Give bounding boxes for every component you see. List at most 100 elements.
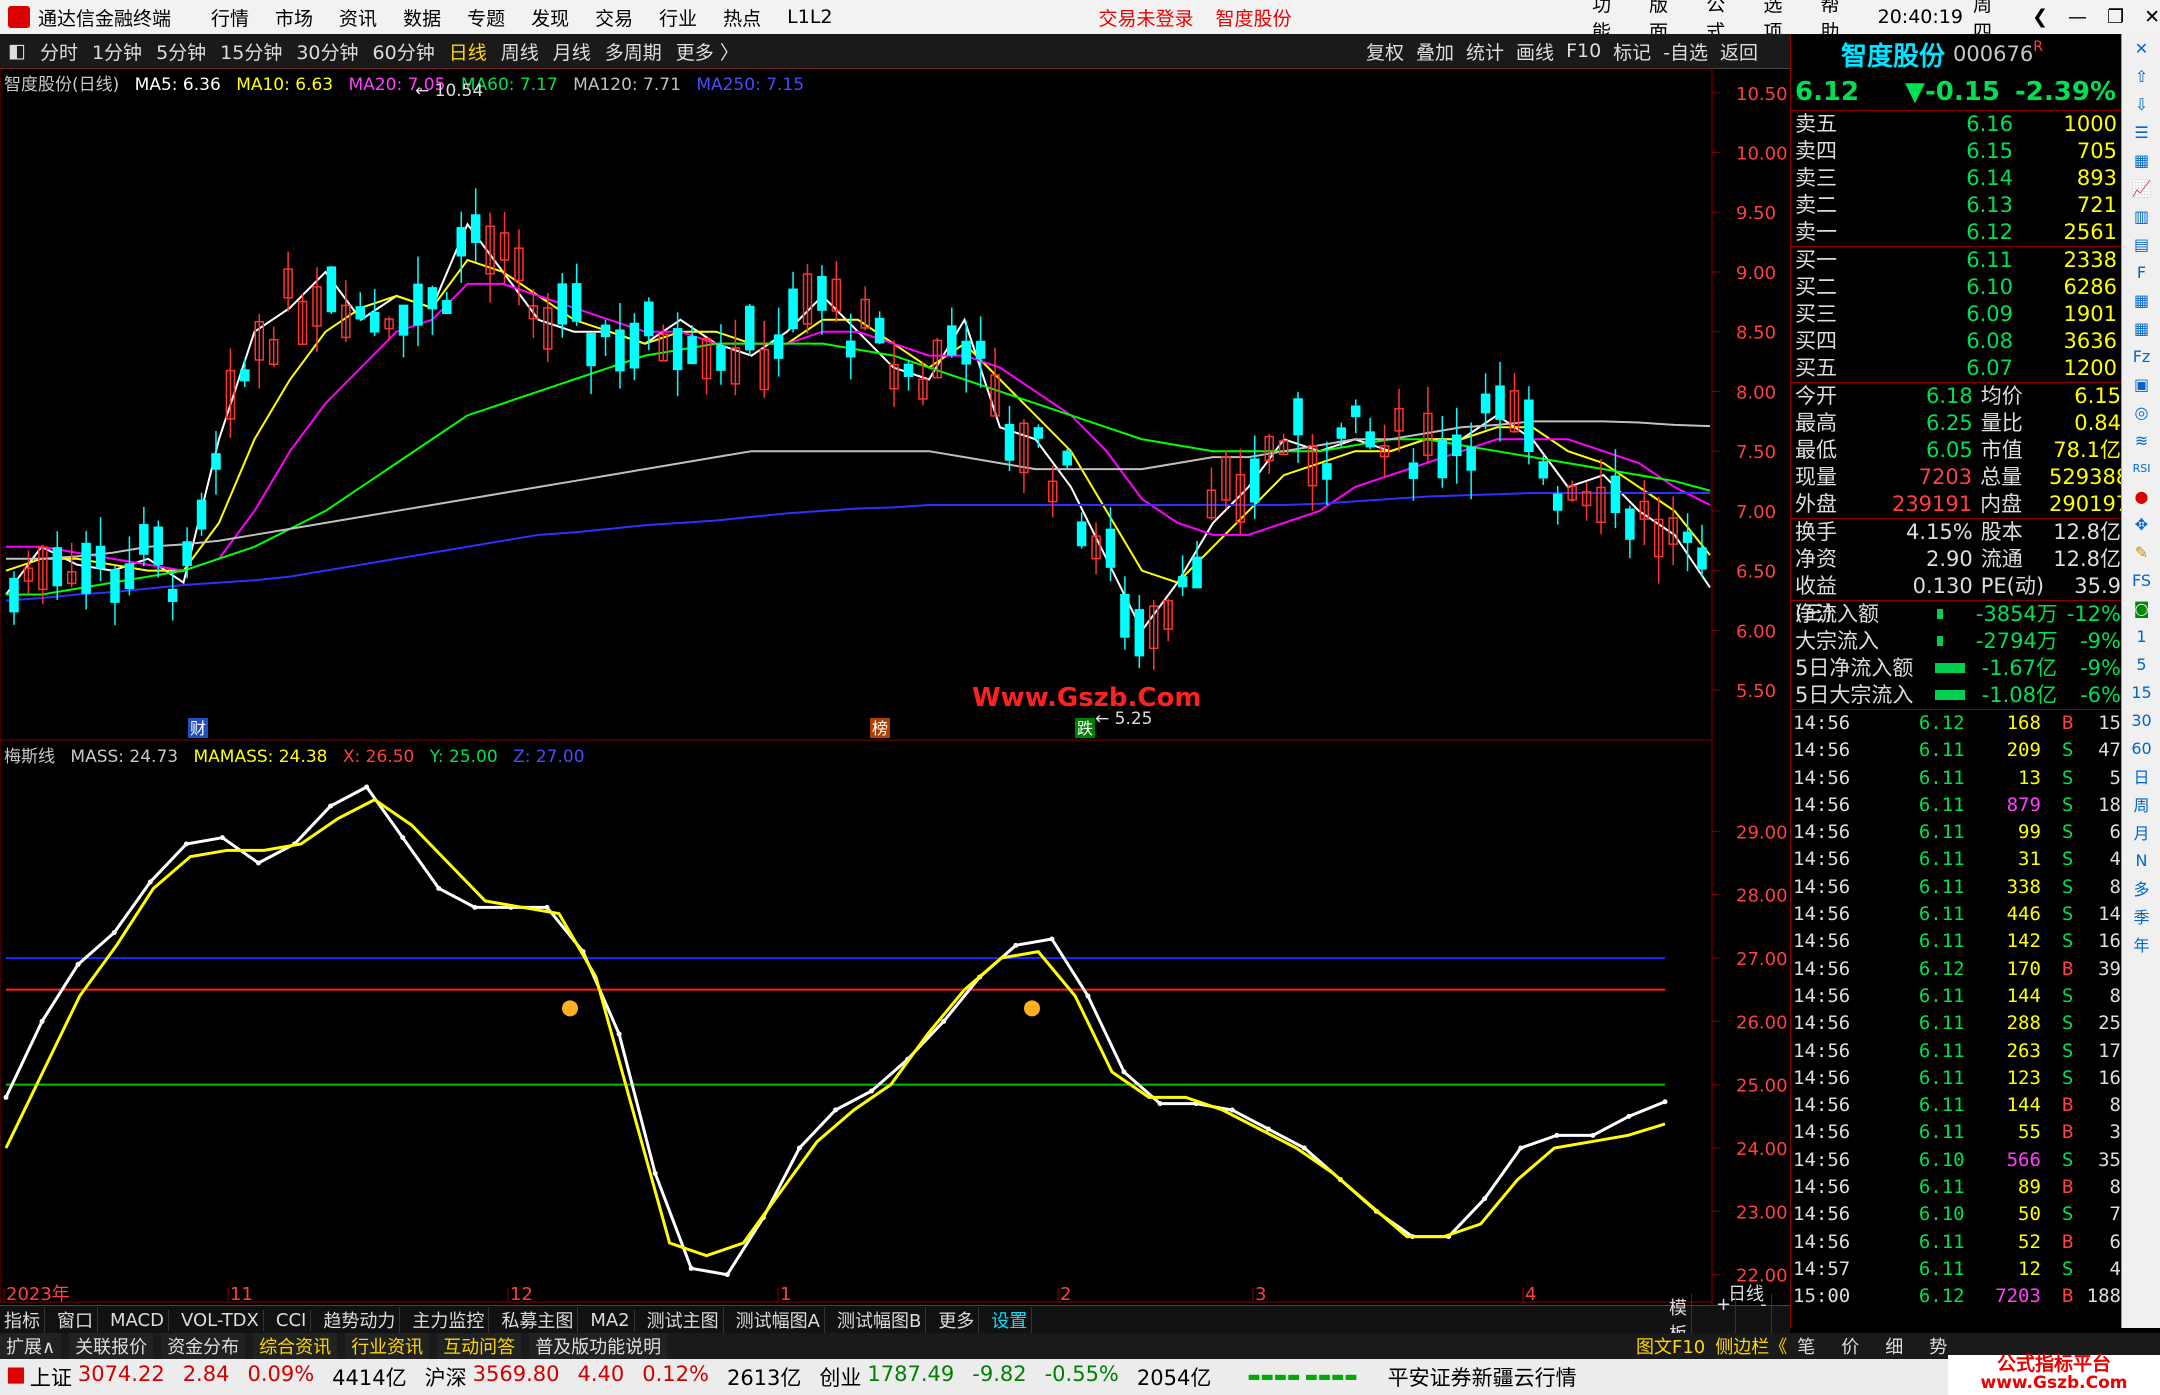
period-tab[interactable]: 5分钟 (156, 38, 206, 65)
minimize-icon[interactable]: — (2068, 6, 2087, 28)
period-season[interactable]: 季 (2122, 902, 2160, 930)
period-n[interactable]: N (2122, 846, 2160, 874)
close-icon[interactable]: ✕ (2122, 34, 2160, 62)
indicator-tab[interactable]: CCI (272, 1309, 312, 1331)
period-tab[interactable]: 60分钟 (373, 38, 435, 65)
period-5[interactable]: 5 (2122, 650, 2160, 678)
bid-row[interactable]: 买三 6.09 1901 (1791, 301, 2121, 328)
tool-button[interactable]: 复权 (1366, 38, 1404, 65)
line-chart-icon[interactable]: 📈 (2122, 174, 2160, 202)
period-tab[interactable]: 1分钟 (92, 38, 142, 65)
indicator-tab[interactable]: 更多 (934, 1307, 980, 1333)
period-15[interactable]: 15 (2122, 678, 2160, 706)
indicator-tab[interactable]: 测试幅图A (732, 1307, 825, 1333)
green-icon[interactable]: ◙ (2122, 594, 2160, 622)
tool-button[interactable]: 标记 (1613, 38, 1651, 65)
period-tab[interactable]: 多周期 (605, 38, 662, 65)
back-icon[interactable]: ❮ (2032, 6, 2048, 28)
indicator-tab[interactable]: 趋势动力 (319, 1307, 401, 1333)
menu-item[interactable]: 市场 (275, 4, 313, 31)
period-tab[interactable]: 15分钟 (220, 38, 282, 65)
bid-row[interactable]: 买四 6.08 3636 (1791, 328, 2121, 355)
table2-icon[interactable]: ▦ (2122, 314, 2160, 342)
period-multi[interactable]: 多 (2122, 874, 2160, 902)
ask-row[interactable]: 卖五 6.16 1000 (1791, 111, 2121, 138)
bid-row[interactable]: 买五 6.07 1200 (1791, 355, 2121, 382)
target-icon[interactable]: ◎ (2122, 398, 2160, 426)
rsi-icon[interactable]: RSI (2122, 454, 2160, 482)
period-tab[interactable]: 周线 (501, 38, 539, 65)
side-tab[interactable]: 价 (1841, 1333, 1859, 1359)
index-quote[interactable]: ■ 上证 3074.22 2.84 0.09% 4414亿 (6, 1362, 407, 1392)
ask-row[interactable]: 卖二 6.13 721 (1791, 192, 2121, 219)
period-60[interactable]: 60 (2122, 734, 2160, 762)
menu-item[interactable]: L1L2 (787, 6, 832, 28)
grid-icon[interactable]: ▦ (2122, 146, 2160, 174)
menu-item[interactable]: 热点 (723, 4, 761, 31)
info-tab[interactable]: 综合资讯 (253, 1333, 338, 1359)
tool-button[interactable]: 统计 (1466, 38, 1504, 65)
info-tab[interactable]: 关联报价 (69, 1333, 154, 1359)
menu-item[interactable]: 行情 (211, 4, 249, 31)
menu-item[interactable]: 资讯 (339, 4, 377, 31)
indicator-tab[interactable]: 主力监控 (408, 1307, 490, 1333)
side-tab[interactable]: 势 (1929, 1333, 1947, 1359)
index-quote[interactable]: 创业 1787.49 -9.82 -0.55% 2054亿 (819, 1362, 1211, 1392)
indicator-tab[interactable]: 测试幅图B (833, 1307, 927, 1333)
side-tab[interactable]: 图文F10 (1636, 1333, 1705, 1359)
doc-icon[interactable]: ▣ (2122, 370, 2160, 398)
stock-alert[interactable]: 智度股份 (1216, 4, 1292, 31)
info-tab[interactable]: 互动问答 (437, 1333, 522, 1359)
table-icon[interactable]: ▦ (2122, 286, 2160, 314)
period-week[interactable]: 周 (2122, 790, 2160, 818)
up-arrow-icon[interactable]: ⇧ (2122, 62, 2160, 90)
ask-row[interactable]: 卖四 6.15 705 (1791, 138, 2121, 165)
bid-row[interactable]: 买一 6.11 2338 (1791, 247, 2121, 274)
period-tab[interactable]: 分时 (40, 38, 78, 65)
restore-icon[interactable]: ❐ (2107, 6, 2124, 28)
period-30[interactable]: 30 (2122, 706, 2160, 734)
candle-icon[interactable]: ▥ (2122, 202, 2160, 230)
side-tab[interactable]: 细 (1885, 1333, 1903, 1359)
news-icon[interactable]: ▤ (2122, 230, 2160, 258)
move-icon[interactable]: ✥ (2122, 510, 2160, 538)
info-tab[interactable]: 普及版功能说明 (529, 1333, 668, 1359)
info-tab[interactable]: 资金分布 (161, 1333, 246, 1359)
menu-item[interactable]: 专题 (467, 4, 505, 31)
period-1[interactable]: 1 (2122, 622, 2160, 650)
info-tab[interactable]: 行业资讯 (345, 1333, 430, 1359)
indicator-tab[interactable]: 私募主图 (497, 1307, 579, 1333)
kline-chart[interactable]: ← 10.54← 5.25财榜跌Www.Gszb.Com 10.5010.009… (0, 68, 1790, 1305)
period-tab[interactable]: 30分钟 (296, 38, 358, 65)
tick-list[interactable]: 14:56 6.12 168 B 15 14:56 6.11 209 S 47 14:56 6.11 1… (1791, 710, 2121, 1311)
menu-item[interactable]: 发现 (531, 4, 569, 31)
period-day[interactable]: 日 (2122, 762, 2160, 790)
tool-button[interactable]: F10 (1566, 40, 1601, 62)
indicator-tab[interactable]: VOL-TDX (177, 1309, 264, 1331)
indicator-tab[interactable]: 设置 (987, 1307, 1033, 1333)
tool-button[interactable]: -自选 (1663, 38, 1708, 65)
bid-row[interactable]: 买二 6.10 6286 (1791, 274, 2121, 301)
period-month[interactable]: 月 (2122, 818, 2160, 846)
wave-icon[interactable]: ≋ (2122, 426, 2160, 454)
ask-row[interactable]: 卖一 6.12 2561 (1791, 219, 2121, 246)
indicator-tab[interactable]: 窗口 (53, 1307, 98, 1333)
down-arrow-icon[interactable]: ⇩ (2122, 90, 2160, 118)
fs-icon[interactable]: FS (2122, 566, 2160, 594)
period-tab-more[interactable]: 更多 〉 (676, 38, 739, 65)
menu-item[interactable]: 行业 (659, 4, 697, 31)
tool-button[interactable]: 叠加 (1416, 38, 1454, 65)
period-tab[interactable]: 月线 (553, 38, 591, 65)
menu-item[interactable]: 数据 (403, 4, 441, 31)
period-year[interactable]: 年 (2122, 930, 2160, 958)
side-tab[interactable]: 笔 (1797, 1333, 1815, 1359)
index-quote[interactable]: 沪深 3569.80 4.40 0.12% 2613亿 (425, 1362, 802, 1392)
indicator-tab[interactable]: MA2 (586, 1309, 635, 1331)
indicator-tab[interactable]: MACD (106, 1309, 169, 1331)
list-icon[interactable]: ☰ (2122, 118, 2160, 146)
login-alert[interactable]: 交易未登录 (1099, 4, 1194, 31)
ask-row[interactable]: 卖三 6.14 893 (1791, 165, 2121, 192)
indicator-tab[interactable]: 测试主图 (643, 1307, 724, 1333)
fn-icon[interactable]: Fz (2122, 342, 2160, 370)
period-tab-active[interactable]: 日线 (449, 38, 487, 65)
